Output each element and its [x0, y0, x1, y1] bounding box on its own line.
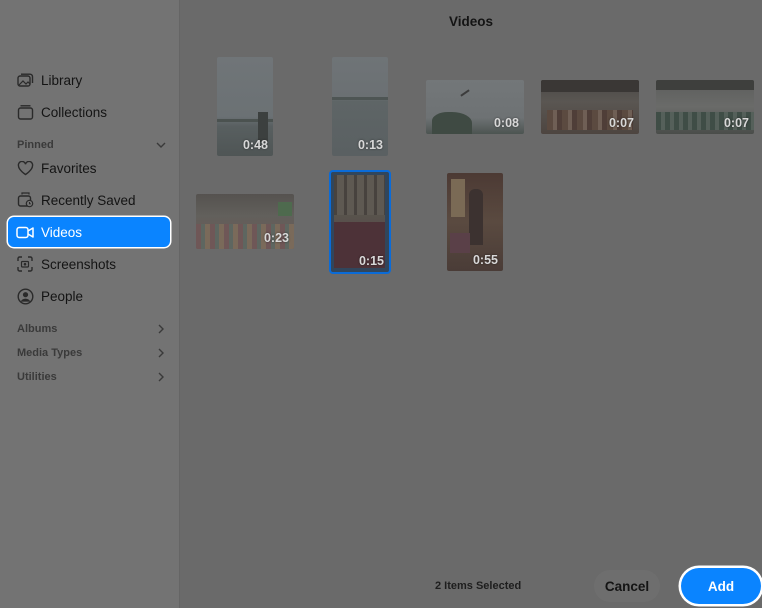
video-thumbnail[interactable]: 0:23	[196, 194, 294, 249]
sidebar-item-label: Recently Saved	[41, 192, 136, 208]
chevron-right-icon[interactable]	[155, 323, 167, 335]
section-albums[interactable]: Albums	[17, 321, 167, 337]
section-label: Media Types	[17, 347, 83, 359]
screenshot-icon	[16, 255, 34, 273]
heart-icon	[16, 159, 34, 177]
section-label: Utilities	[17, 371, 57, 383]
video-thumbnail[interactable]: 0:08	[426, 80, 524, 134]
sidebar-item-label: Favorites	[41, 160, 97, 176]
section-label: Albums	[17, 323, 58, 335]
cancel-button[interactable]: Cancel	[594, 570, 660, 602]
section-utilities[interactable]: Utilities	[17, 369, 167, 385]
sidebar-item-screenshots[interactable]: Screenshots	[8, 249, 170, 279]
video-duration: 0:48	[242, 138, 268, 152]
sidebar-item-label: People	[41, 288, 84, 304]
chevron-right-icon[interactable]	[155, 347, 167, 359]
add-button[interactable]: Add	[681, 568, 761, 604]
section-pinned[interactable]: Pinned	[17, 137, 167, 153]
sidebar-item-favorites[interactable]: Favorites	[8, 153, 170, 183]
sidebar-item-recently-saved[interactable]: Recently Saved	[8, 185, 170, 215]
video-thumbnail[interactable]: 0:55	[447, 173, 503, 271]
sidebar-item-label: Screenshots	[41, 256, 117, 272]
video-duration: 0:08	[493, 116, 519, 130]
video-thumbnail[interactable]: 0:07	[541, 80, 639, 134]
person-icon	[16, 287, 34, 305]
photo-library-icon	[16, 71, 34, 89]
sidebar-item-collections[interactable]: Collections	[8, 97, 170, 127]
recently-saved-icon	[16, 191, 34, 209]
sidebar-item-label: Collections	[41, 104, 108, 120]
sidebar-item-people[interactable]: People	[8, 281, 170, 311]
section-media-types[interactable]: Media Types	[17, 345, 167, 361]
collections-icon	[16, 103, 34, 121]
chevron-down-icon[interactable]	[155, 139, 167, 151]
video-duration: 0:07	[608, 116, 634, 130]
section-label: Pinned	[17, 139, 54, 151]
video-thumbnail[interactable]: 0:07	[656, 80, 754, 134]
video-duration: 0:13	[357, 138, 383, 152]
video-duration: 0:07	[723, 116, 749, 130]
page-title: Videos	[448, 14, 494, 29]
sidebar-item-label: Library	[41, 72, 83, 88]
video-thumbnail[interactable]: 0:48	[217, 57, 273, 156]
sidebar-item-library[interactable]: Library	[8, 65, 170, 95]
video-camera-icon	[16, 223, 34, 241]
sidebar-item-label: Videos	[41, 224, 83, 240]
chevron-right-icon[interactable]	[155, 371, 167, 383]
sidebar-item-videos[interactable]: Videos	[8, 217, 170, 247]
video-duration: 0:23	[263, 231, 289, 245]
video-thumbnail[interactable]: 0:13	[332, 57, 388, 156]
video-duration: 0:15	[358, 254, 384, 268]
sidebar: Library Collections Pinned Favorites Rec…	[0, 0, 180, 608]
video-thumbnail-selected[interactable]: 0:15	[329, 170, 391, 274]
selection-status: 2 Items Selected	[435, 580, 522, 592]
video-duration: 0:55	[472, 253, 498, 267]
